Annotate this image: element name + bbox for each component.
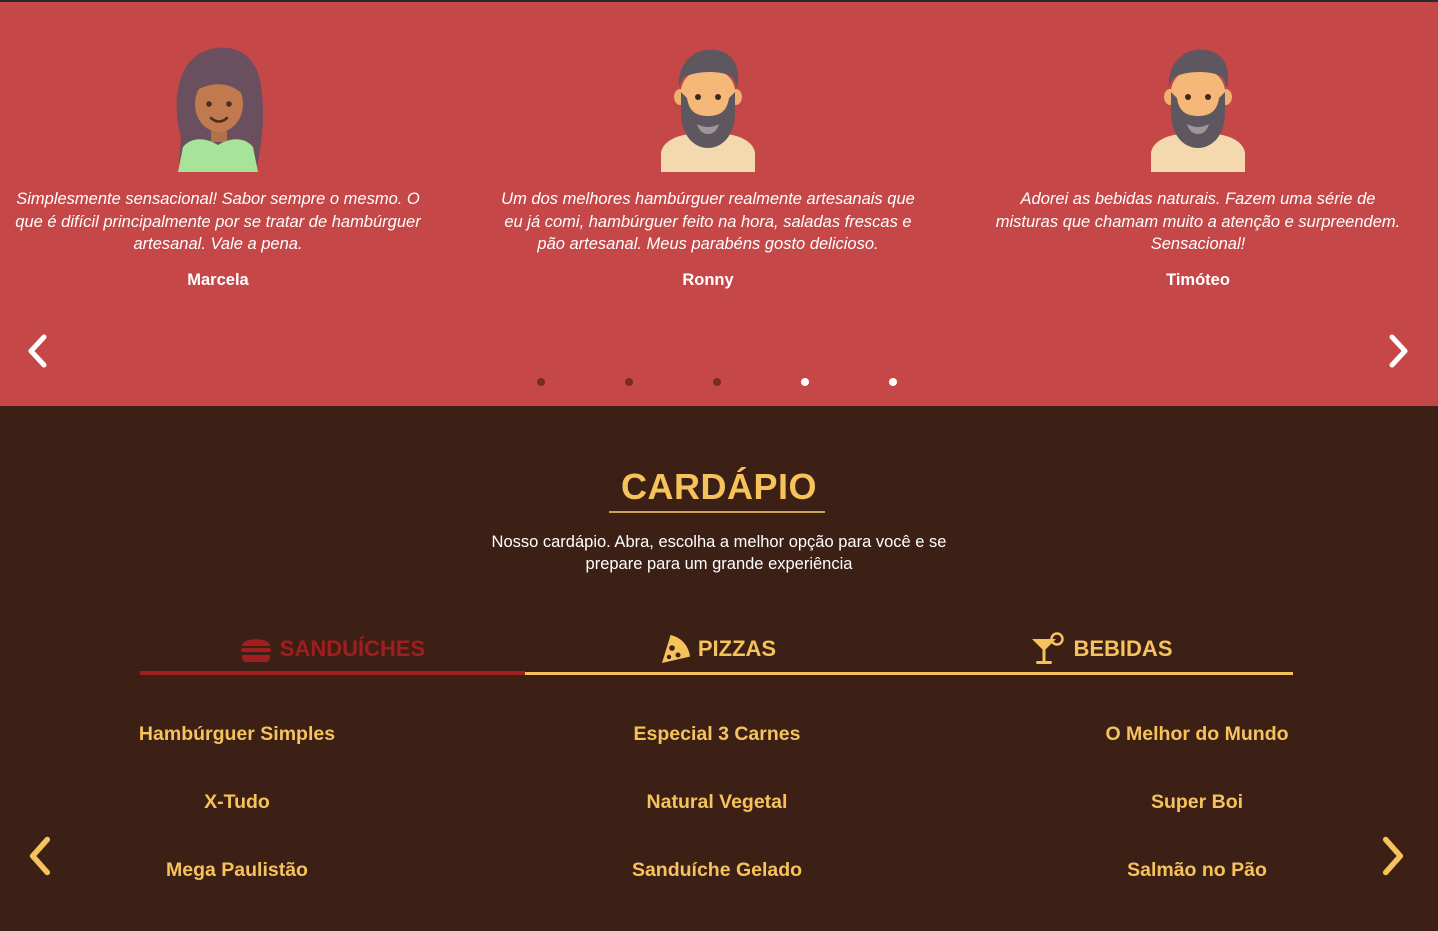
menu-next-button[interactable] bbox=[1373, 834, 1413, 878]
tab-label: BEBIDAS bbox=[1073, 636, 1173, 661]
testimonial-author: Marcela bbox=[187, 270, 249, 289]
carousel-dot[interactable] bbox=[625, 378, 633, 386]
chevron-left-icon bbox=[28, 334, 47, 368]
testimonials-next-button[interactable] bbox=[1378, 329, 1418, 373]
active-tab-indicator bbox=[140, 671, 525, 675]
chevron-right-icon bbox=[1389, 334, 1408, 368]
testimonials-section: Simplesmente sensacional! Sabor sempre o… bbox=[0, 0, 1438, 406]
testimonial-quote: Um dos melhores hambúrguer realmente art… bbox=[501, 190, 915, 253]
title-underline bbox=[609, 511, 825, 513]
menu-prev-button[interactable] bbox=[20, 834, 60, 878]
testimonial-author: Timóteo bbox=[1166, 270, 1230, 289]
bearded-man-avatar-icon bbox=[661, 49, 755, 172]
section-title: CARDÁPIO bbox=[620, 466, 817, 507]
menu-item[interactable]: Especial 3 Carnes bbox=[517, 723, 917, 746]
testimonial-quote: Simplesmente sensacional! Sabor sempre o… bbox=[15, 190, 421, 253]
testimonial-card: Simplesmente sensacional! Sabor sempre o… bbox=[8, 42, 428, 290]
menu-item[interactable]: X-Tudo bbox=[37, 791, 437, 814]
menu-item[interactable]: Hambúrguer Simples bbox=[37, 723, 437, 746]
tab-bebidas[interactable]: BEBIDAS bbox=[909, 626, 1293, 672]
carousel-dot[interactable] bbox=[713, 378, 721, 386]
pizza-slice-icon bbox=[661, 635, 690, 663]
menu-item[interactable]: Sanduíche Gelado bbox=[517, 859, 917, 882]
section-subtitle: Nosso cardápio. Abra, escolha a melhor o… bbox=[491, 533, 947, 573]
tabs-baseline bbox=[525, 672, 1293, 675]
chevron-left-icon bbox=[29, 836, 51, 876]
bearded-man-avatar-icon bbox=[1151, 49, 1245, 172]
chevron-right-icon bbox=[1382, 836, 1404, 876]
carousel-dot[interactable] bbox=[801, 378, 809, 386]
tab-label: SANDUÍCHES bbox=[279, 636, 426, 661]
testimonial-card: Um dos melhores hambúrguer realmente art… bbox=[498, 42, 918, 290]
menu-item[interactable]: Salmão no Pão bbox=[997, 859, 1397, 882]
carousel-dot[interactable] bbox=[537, 378, 545, 386]
menu-item[interactable]: Mega Paulistão bbox=[37, 859, 437, 882]
menu-item[interactable]: Super Boi bbox=[997, 791, 1397, 814]
burger-icon bbox=[240, 639, 271, 662]
carousel-dot[interactable] bbox=[889, 378, 897, 386]
tab-label: PIZZAS bbox=[697, 636, 777, 661]
tab-pizzas[interactable]: PIZZAS bbox=[525, 626, 909, 672]
carousel-indicators bbox=[0, 378, 1438, 390]
cocktail-icon bbox=[1032, 632, 1065, 664]
menu-item[interactable]: O Melhor do Mundo bbox=[997, 723, 1397, 746]
tab-sanduiches[interactable]: SANDUÍCHES bbox=[140, 626, 525, 672]
woman-avatar-icon bbox=[176, 47, 264, 172]
testimonial-card: Adorei as bebidas naturais. Fazem uma sé… bbox=[988, 42, 1408, 290]
menu-item[interactable]: Natural Vegetal bbox=[517, 791, 917, 814]
testimonials-prev-button[interactable] bbox=[18, 329, 58, 373]
testimonial-quote: Adorei as bebidas naturais. Fazem uma sé… bbox=[995, 190, 1401, 253]
testimonial-author: Ronny bbox=[682, 270, 734, 289]
